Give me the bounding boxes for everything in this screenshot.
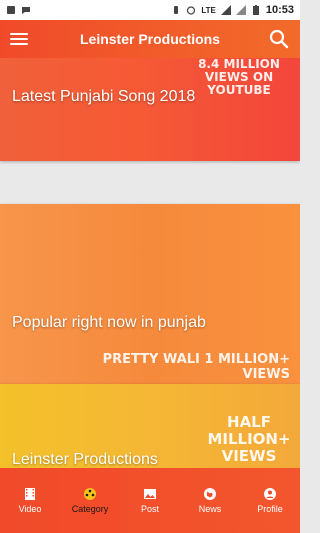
nav-label-category: Category: [71, 504, 109, 514]
nav-label-post: Post: [140, 504, 159, 514]
hamburger-menu-icon[interactable]: [10, 28, 32, 50]
app-title: Leinster Productions: [79, 31, 221, 47]
message-icon: [21, 5, 31, 15]
vibrate-icon: [171, 5, 181, 15]
status-right: LTE 10:53: [171, 4, 294, 16]
feed-card-latest[interactable]: 8.4 MILLION VIEWS ON YOUTUBE Latest Punj…: [0, 58, 300, 161]
user-icon: [264, 488, 276, 500]
signal-icon: [220, 5, 231, 15]
card-overlay-text: 8.4 MILLION VIEWS ON YOUTUBE: [198, 58, 280, 97]
nav-item-post[interactable]: Post: [120, 468, 180, 533]
globe-icon: [204, 488, 216, 500]
nav-item-video[interactable]: Video: [0, 468, 60, 533]
alarm-icon: [186, 5, 196, 15]
status-left: [6, 5, 31, 15]
signal-icon-2: [235, 5, 246, 15]
film-icon: [25, 488, 35, 500]
app-bar: Leinster Productions: [0, 20, 300, 58]
status-time: 10:53: [265, 4, 294, 16]
nav-label-news: News: [198, 504, 222, 514]
image-icon: [144, 489, 156, 499]
card-title: Popular right now in punjab: [12, 314, 206, 331]
nav-label-video: Video: [18, 504, 42, 514]
bottom-navigation: Video Category Post News Profile: [0, 468, 300, 533]
card-title: Latest Punjabi Song 2018: [12, 88, 196, 105]
network-type: LTE: [201, 5, 216, 15]
battery-icon: [251, 5, 261, 15]
card-title: Leinster Productions: [12, 451, 158, 468]
search-icon[interactable]: [268, 28, 290, 50]
nav-item-news[interactable]: News: [180, 468, 240, 533]
card-overlay-text: HALF MILLION+ VIEWS: [207, 413, 291, 465]
nav-label-profile: Profile: [257, 504, 283, 514]
feed-card-leinster[interactable]: HALF MILLION+ VIEWS Leinster Productions: [0, 384, 300, 468]
reel-icon: [84, 488, 96, 500]
video-feed: 8.4 MILLION VIEWS ON YOUTUBE Latest Punj…: [0, 58, 300, 468]
card-overlay-text: PRETTY WALI 1 MILLION+ VIEWS: [102, 352, 290, 382]
status-bar: LTE 10:53: [0, 0, 300, 20]
notification-icon: [6, 5, 16, 15]
nav-item-category[interactable]: Category: [60, 468, 120, 533]
nav-item-profile[interactable]: Profile: [240, 468, 300, 533]
